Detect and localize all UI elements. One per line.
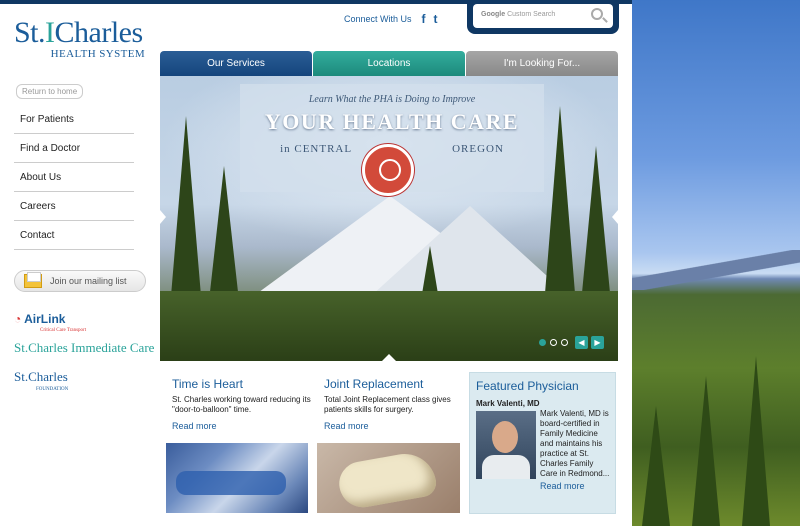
mailing-list-label: Join our mailing list [50, 276, 127, 286]
news-card-joint-replacement: Joint Replacement Total Joint Replacemen… [324, 368, 464, 431]
mountain-ridge [632, 250, 800, 290]
logo-subtitle: HEALTH SYSTEM [50, 48, 145, 60]
left-nav: For Patients Find a Doctor About Us Care… [14, 105, 134, 250]
card-text: St. Charles working toward reducing its … [172, 395, 311, 414]
main-tabs: Our Services Locations I'm Looking For..… [160, 51, 618, 76]
carousel-dot[interactable] [550, 339, 557, 346]
return-home-link[interactable]: Return to home [16, 84, 84, 99]
read-more-link[interactable]: Read more [172, 421, 312, 431]
physician-bio: Mark Valenti, MD is board-certified in F… [540, 409, 610, 478]
joint-model-photo[interactable] [317, 443, 460, 513]
physician-name: Mark Valenti, MD [476, 399, 540, 408]
immediate-care-logo[interactable]: St.Charles Immediate Care [14, 340, 155, 355]
airlink-logo[interactable]: ◔ AirLink Critical Care Transport [14, 310, 86, 333]
logo-wordmark: St.ICharles [14, 16, 143, 49]
news-card-time-is-heart: Time is Heart St. Charles working toward… [172, 368, 312, 431]
carousel-next-button[interactable]: ▶ [591, 336, 604, 349]
pine-tree [642, 406, 670, 526]
nav-item-for-patients[interactable]: For Patients [14, 105, 134, 134]
pine-tree [692, 376, 720, 526]
read-more-link[interactable]: Read more [324, 421, 464, 431]
foundation-logo[interactable]: St.Charles FOUNDATION [14, 370, 68, 396]
nav-item-about-us[interactable]: About Us [14, 163, 134, 192]
stethoscope-heart-icon [362, 144, 414, 196]
nav-item-find-a-doctor[interactable]: Find a Doctor [14, 134, 134, 163]
twitter-icon[interactable]: t [434, 12, 438, 26]
hero-headline: YOUR HEALTH CARE [264, 109, 520, 134]
connect-label: Connect With Us [344, 14, 412, 24]
hero-notch-right [612, 210, 618, 224]
foundation-name: St.Charles [14, 369, 68, 384]
search-input[interactable]: Google Custom Search [473, 4, 613, 28]
read-more-link[interactable]: Read more [540, 481, 585, 491]
envelope-icon [24, 272, 42, 288]
carousel-dot[interactable] [539, 339, 546, 346]
carousel-controls: ◀ ▶ [539, 336, 604, 349]
tab-locations[interactable]: Locations [313, 51, 465, 76]
mailing-list-button[interactable]: Join our mailing list [14, 270, 146, 292]
background-landscape [632, 0, 800, 526]
carousel-prev-button[interactable]: ◀ [575, 336, 588, 349]
physician-photo[interactable] [476, 411, 536, 479]
airlink-name: ◔ AirLink [14, 312, 66, 326]
facebook-icon[interactable]: f [422, 12, 426, 26]
foundation-tagline: FOUNDATION [36, 387, 69, 392]
hero-pointer [382, 354, 396, 361]
left-column: St.ICharles HEALTH SYSTEM Return to home… [0, 4, 160, 526]
nav-item-contact[interactable]: Contact [14, 221, 134, 250]
featured-title: Featured Physician [476, 379, 579, 393]
card-title[interactable]: Time is Heart [172, 377, 312, 391]
card-text: Total Joint Replacement class gives pati… [324, 395, 451, 414]
cath-lab-photo[interactable] [166, 443, 308, 513]
card-title[interactable]: Joint Replacement [324, 377, 464, 391]
hero-ground [160, 291, 618, 361]
tab-looking-for[interactable]: I'm Looking For... [466, 51, 618, 76]
site-logo[interactable]: St.ICharles HEALTH SYSTEM [14, 18, 154, 70]
pine-tree [742, 356, 770, 526]
hero-notch-left [160, 210, 166, 224]
search-placeholder: Google Custom Search [481, 11, 556, 18]
immediate-care-name: St.Charles Immediate Care [14, 340, 155, 355]
featured-physician-panel: Featured Physician Mark Valenti, MD Mark… [469, 372, 616, 514]
connect-with-us: Connect With Us f t [344, 12, 438, 26]
airlink-tagline: Critical Care Transport [40, 328, 87, 333]
tab-our-services[interactable]: Our Services [160, 51, 312, 76]
carousel-dot[interactable] [561, 339, 568, 346]
search-icon[interactable] [591, 8, 603, 20]
hero-line1: Learn What the PHA is Doing to Improve [308, 94, 476, 105]
hero-carousel[interactable]: Learn What the PHA is Doing to Improve Y… [160, 76, 618, 361]
nav-item-careers[interactable]: Careers [14, 192, 134, 221]
search-container: Google Custom Search [467, 0, 619, 34]
